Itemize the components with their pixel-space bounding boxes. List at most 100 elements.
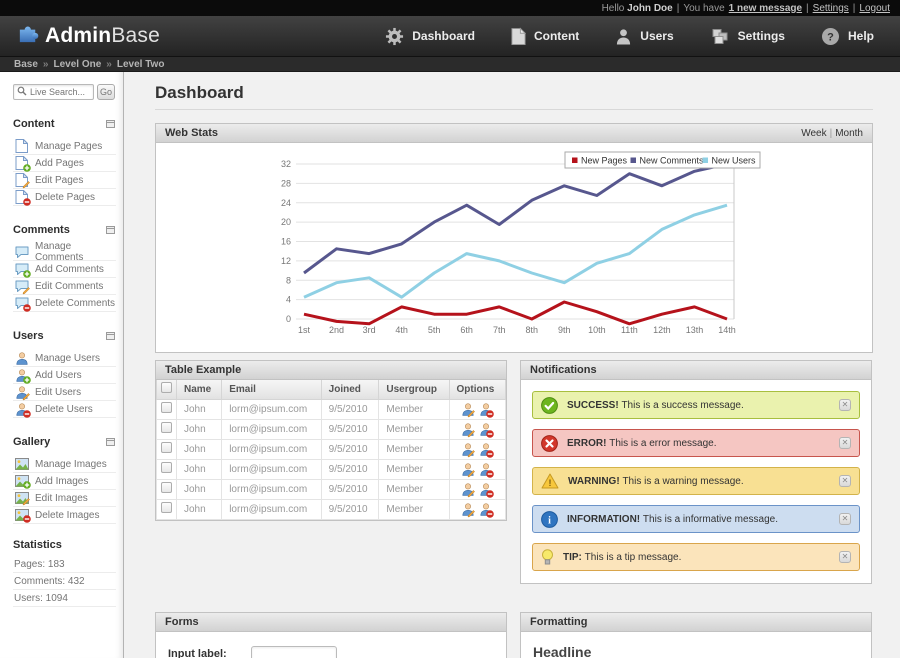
sidebar-section-header: Comments <box>13 221 115 239</box>
cell-name: John <box>177 499 222 519</box>
cell-usergroup: Member <box>379 439 449 459</box>
nav-item-help[interactable]: ?Help <box>821 27 874 46</box>
user-icon <box>14 403 29 416</box>
nav-item-dashboard[interactable]: Dashboard <box>385 27 475 46</box>
sidebar-item-delete-images[interactable]: Delete Images <box>13 507 116 524</box>
row-checkbox[interactable] <box>161 482 172 493</box>
formatting-title: Formatting <box>530 616 587 628</box>
svg-text:1st: 1st <box>298 325 311 335</box>
sidebar-section-header: Users <box>13 327 115 345</box>
row-checkbox[interactable] <box>161 502 172 513</box>
sidebar-item-add-pages[interactable]: Add Pages <box>13 155 116 172</box>
svg-text:?: ? <box>827 31 834 43</box>
settings-link[interactable]: Settings <box>813 3 849 14</box>
comment-icon <box>14 246 29 259</box>
close-icon[interactable]: ✕ <box>839 437 851 449</box>
main-content: Dashboard Web Stats Week|Month 048121620… <box>124 72 900 658</box>
row-checkbox[interactable] <box>161 442 172 453</box>
row-checkbox[interactable] <box>161 422 172 433</box>
row-checkbox[interactable] <box>161 402 172 413</box>
sidebar-item-manage-users[interactable]: Manage Users <box>13 350 116 367</box>
delete-user-icon[interactable] <box>480 503 492 516</box>
logo[interactable]: AdminBase <box>16 21 160 51</box>
notification-text: ERROR! This is a error message. <box>567 438 839 449</box>
boxes-icon <box>710 27 730 46</box>
nav-item-content[interactable]: Content <box>511 27 579 46</box>
sidebar-item-manage-images[interactable]: Manage Images <box>13 456 116 473</box>
range-link-week[interactable]: Week <box>801 128 826 139</box>
sidebar-item-label: Manage Users <box>35 353 100 364</box>
sidebar-item-add-comments[interactable]: Add Comments <box>13 261 116 278</box>
table-example-panel: Table Example NameEmailJoinedUsergroupOp… <box>155 360 507 521</box>
edit-user-icon[interactable] <box>462 403 474 416</box>
edit-user-icon[interactable] <box>462 463 474 476</box>
close-icon[interactable]: ✕ <box>839 399 851 411</box>
collapse-icon[interactable] <box>106 221 115 239</box>
sidebar-item-delete-users[interactable]: Delete Users <box>13 401 116 418</box>
sidebar-item-edit-images[interactable]: Edit Images <box>13 490 116 507</box>
close-icon[interactable]: ✕ <box>839 551 851 563</box>
cell-joined: 9/5/2010 <box>321 439 379 459</box>
nav-label: Users <box>640 29 673 43</box>
collapse-icon[interactable] <box>106 115 115 133</box>
range-link-month[interactable]: Month <box>835 128 863 139</box>
nav-item-settings[interactable]: Settings <box>710 27 785 46</box>
sidebar-item-delete-comments[interactable]: Delete Comments <box>13 295 116 312</box>
delete-user-icon[interactable] <box>480 463 492 476</box>
breadcrumb-item[interactable]: Level One <box>53 59 101 70</box>
sidebar-item-manage-comments[interactable]: Manage Comments <box>13 244 116 261</box>
breadcrumb-item[interactable]: Level Two <box>117 59 165 70</box>
edit-user-icon[interactable] <box>462 483 474 496</box>
delete-badge-icon <box>486 410 494 418</box>
search-input[interactable] <box>30 87 90 97</box>
svg-text:6th: 6th <box>460 325 473 335</box>
column-header-usergroup: Usergroup <box>379 380 449 399</box>
search-box[interactable] <box>13 84 94 100</box>
cell-name: John <box>177 459 222 479</box>
stat-item: Comments: 432 <box>13 573 116 590</box>
delete-user-icon[interactable] <box>480 403 492 416</box>
sidebar-section-title: Statistics <box>13 539 62 551</box>
svg-text:12th: 12th <box>653 325 671 335</box>
logout-link[interactable]: Logout <box>859 3 890 14</box>
delete-user-icon[interactable] <box>480 483 492 496</box>
sidebar-item-edit-comments[interactable]: Edit Comments <box>13 278 116 295</box>
sidebar-item-manage-pages[interactable]: Manage Pages <box>13 138 116 155</box>
table-row: Johnlorm@ipsum.com9/5/2010Member <box>157 499 506 519</box>
table-row: Johnlorm@ipsum.com9/5/2010Member <box>157 399 506 419</box>
breadcrumb-item[interactable]: Base <box>14 59 38 70</box>
sidebar-item-edit-pages[interactable]: Edit Pages <box>13 172 116 189</box>
row-checkbox[interactable] <box>161 462 172 473</box>
sidebar-item-add-images[interactable]: Add Images <box>13 473 116 490</box>
collapse-icon[interactable] <box>106 327 115 345</box>
edit-user-icon[interactable] <box>462 423 474 436</box>
forms-panel: Forms Input label: <box>155 612 507 658</box>
select-all-checkbox[interactable] <box>161 382 172 393</box>
svg-text:4: 4 <box>286 295 291 305</box>
sidebar-item-label: Add Users <box>35 370 82 381</box>
delete-user-icon[interactable] <box>480 443 492 456</box>
warning-notification: !WARNING! This is a warning message.✕ <box>532 467 860 495</box>
close-icon[interactable]: ✕ <box>839 513 851 525</box>
delete-user-icon[interactable] <box>480 423 492 436</box>
delete-badge-icon <box>23 304 31 312</box>
close-icon[interactable]: ✕ <box>839 475 851 487</box>
delete-badge-icon <box>486 450 494 458</box>
column-header-options: Options <box>449 380 506 399</box>
edit-user-icon[interactable] <box>462 443 474 456</box>
table-row: Johnlorm@ipsum.com9/5/2010Member <box>157 419 506 439</box>
add-badge-icon <box>23 164 31 172</box>
sidebar-item-edit-users[interactable]: Edit Users <box>13 384 116 401</box>
image-icon <box>14 475 29 487</box>
search-go-button[interactable]: Go <box>97 84 115 100</box>
edit-user-icon[interactable] <box>462 503 474 516</box>
new-message-link[interactable]: 1 new message <box>729 3 802 14</box>
sidebar-section-title: Content <box>13 118 55 130</box>
form-text-input[interactable] <box>251 646 337 658</box>
separator: | <box>853 3 856 14</box>
nav-item-users[interactable]: Users <box>615 27 673 46</box>
sidebar-item-delete-pages[interactable]: Delete Pages <box>13 189 116 206</box>
svg-text:12: 12 <box>281 256 291 266</box>
sidebar-item-add-users[interactable]: Add Users <box>13 367 116 384</box>
collapse-icon[interactable] <box>106 433 115 451</box>
